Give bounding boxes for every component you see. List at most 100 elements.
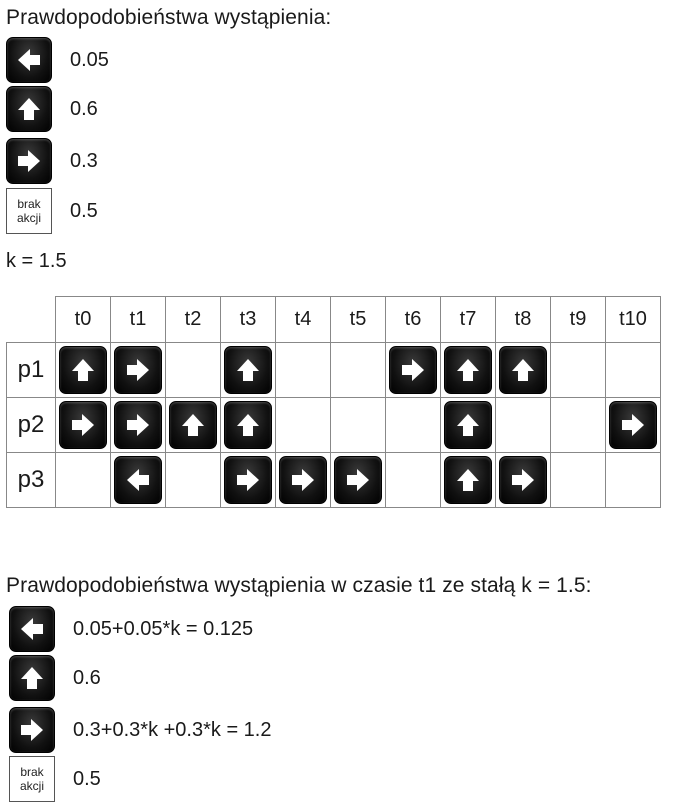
table-cell <box>275 342 331 398</box>
table-cell <box>495 452 551 508</box>
table-cell <box>220 342 276 398</box>
legend-item-right: 0.3 <box>6 138 98 184</box>
t1-item-right: 0.3+0.3*k +0.3*k = 1.2 <box>9 707 272 753</box>
row-label: p3 <box>6 452 56 508</box>
legend-item-up: 0.6 <box>6 86 98 132</box>
table-cell <box>385 342 441 398</box>
bottom-title: Prawdopodobieństwa wystąpienia w czasie … <box>6 574 592 597</box>
table-cell <box>275 452 331 508</box>
arrow-right-icon <box>114 401 162 449</box>
table-cell <box>55 397 111 453</box>
arrow-up-icon <box>224 346 272 394</box>
table-cell <box>495 397 551 453</box>
arrow-left-icon <box>114 456 162 504</box>
legend-value: 0.6 <box>70 97 98 120</box>
table-cell <box>605 397 661 453</box>
row-label: p1 <box>6 342 56 398</box>
arrow-right-icon <box>279 456 327 504</box>
table-cell <box>330 342 386 398</box>
table-cell <box>605 342 661 398</box>
top-title: Prawdopodobieństwa wystąpienia: <box>6 6 332 29</box>
table-cell <box>275 397 331 453</box>
table-cell <box>440 397 496 453</box>
table-cell <box>110 342 166 398</box>
arrow-right-icon <box>6 138 52 184</box>
table-cell <box>605 452 661 508</box>
column-header: t0 <box>55 296 111 343</box>
arrow-up-icon <box>169 401 217 449</box>
column-header: t2 <box>165 296 221 343</box>
t1-value: 0.5 <box>73 767 101 790</box>
table-cell <box>110 397 166 453</box>
t1-value: 0.05+0.05*k = 0.125 <box>73 617 254 640</box>
table-row: p3 <box>6 452 661 508</box>
arrow-up-icon <box>444 401 492 449</box>
table-cell <box>220 452 276 508</box>
arrow-up-icon <box>6 86 52 132</box>
table-cell <box>110 452 166 508</box>
t1-value: 0.6 <box>73 666 101 689</box>
arrow-up-icon <box>444 346 492 394</box>
arrow-right-icon <box>114 346 162 394</box>
table-cell <box>440 452 496 508</box>
legend-value: 0.05 <box>70 48 109 71</box>
legend-item-left: 0.05 <box>6 37 109 83</box>
arrow-up-icon <box>59 346 107 394</box>
arrow-up-icon <box>224 401 272 449</box>
table-cell <box>495 342 551 398</box>
arrow-right-icon <box>389 346 437 394</box>
table-cell <box>550 397 606 453</box>
arrow-left-icon <box>9 606 55 652</box>
table-cell <box>330 452 386 508</box>
table-cell <box>55 342 111 398</box>
column-header: t6 <box>385 296 441 343</box>
column-header: t4 <box>275 296 331 343</box>
no-action-box: brak akcji <box>9 756 55 802</box>
legend-value: 0.5 <box>70 199 98 222</box>
no-action-label-line2: akcji <box>16 211 41 225</box>
arrow-up-icon <box>444 456 492 504</box>
no-action-label-line1: brak <box>17 197 41 211</box>
table-row: p2 <box>6 397 661 453</box>
t1-item-no-action: brak akcji 0.5 <box>9 756 101 802</box>
row-label: p2 <box>6 397 56 453</box>
column-header: t1 <box>110 296 166 343</box>
no-action-label-line1: brak <box>20 765 44 779</box>
arrow-right-icon <box>499 456 547 504</box>
column-header: t10 <box>605 296 661 343</box>
column-header: t7 <box>440 296 496 343</box>
table-cell <box>165 397 221 453</box>
arrow-right-icon <box>59 401 107 449</box>
t1-value: 0.3+0.3*k +0.3*k = 1.2 <box>73 718 272 741</box>
legend-item-no-action: brak akcji 0.5 <box>6 188 98 234</box>
arrow-right-icon <box>224 456 272 504</box>
table-cell <box>165 342 221 398</box>
t1-item-left: 0.05+0.05*k = 0.125 <box>9 606 253 652</box>
no-action-label-line2: akcji <box>19 779 44 793</box>
table-cell <box>220 397 276 453</box>
column-header: t9 <box>550 296 606 343</box>
arrow-up-icon <box>499 346 547 394</box>
t1-item-up: 0.6 <box>9 655 101 701</box>
legend-value: 0.3 <box>70 149 98 172</box>
table-cell <box>385 397 441 453</box>
arrow-up-icon <box>9 655 55 701</box>
table-body: p1 p2 p3 <box>6 342 661 508</box>
column-header: t5 <box>330 296 386 343</box>
k-constant: k = 1.5 <box>6 250 67 272</box>
action-table: t0 t1 t2 t3 t4 t5 t6 t7 t8 t9 t10 p1 p2 p3 <box>6 296 661 508</box>
table-cell <box>550 342 606 398</box>
arrow-right-icon <box>334 456 382 504</box>
column-header: t8 <box>495 296 551 343</box>
arrow-left-icon <box>6 37 52 83</box>
no-action-box: brak akcji <box>6 188 52 234</box>
arrow-right-icon <box>9 707 55 753</box>
table-corner <box>6 296 56 343</box>
column-header: t3 <box>220 296 276 343</box>
arrow-right-icon <box>609 401 657 449</box>
table-header-row: t0 t1 t2 t3 t4 t5 t6 t7 t8 t9 t10 <box>6 296 661 343</box>
table-cell <box>385 452 441 508</box>
table-row: p1 <box>6 342 661 398</box>
table-cell <box>440 342 496 398</box>
table-cell <box>330 397 386 453</box>
